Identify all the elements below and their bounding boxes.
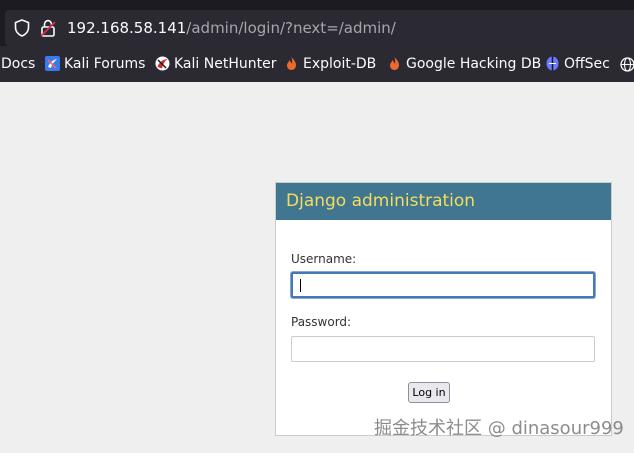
ghdb-icon xyxy=(390,57,399,70)
kali-nethunter-icon xyxy=(155,56,170,71)
watermark: 掘金技术社区 @ dinasour999 xyxy=(374,418,624,439)
url-text[interactable]: 192.168.58.141/admin/login/?next=/admin/ xyxy=(67,18,396,38)
text-caret xyxy=(300,279,301,292)
browser-toolbar: 192.168.58.141/admin/login/?next=/admin/ xyxy=(0,0,634,46)
username-label: Username: xyxy=(291,252,357,266)
offsec-icon xyxy=(546,56,559,71)
username-input[interactable] xyxy=(291,272,595,298)
password-input[interactable] xyxy=(291,336,595,362)
bookmark-label: Google Hacking DB xyxy=(406,56,542,72)
url-path: /admin/login/?next=/admin/ xyxy=(186,19,396,37)
password-label: Password: xyxy=(291,315,352,329)
bookmark-docs[interactable]: Docs xyxy=(1,54,35,74)
insecure-lock-icon[interactable] xyxy=(40,19,56,37)
bookmark-exploit-db[interactable]: Exploit-DB xyxy=(284,54,376,74)
bookmark-label: Kali Forums xyxy=(64,56,146,72)
kali-forums-icon xyxy=(45,56,60,71)
exploit-db-icon xyxy=(287,57,296,70)
bookmark-kali-forums[interactable]: Kali Forums xyxy=(45,54,145,74)
bookmark-google-hacking-db[interactable]: Google Hacking DB xyxy=(387,54,541,74)
bookmark-label: Kali NetHunter xyxy=(174,56,277,72)
site-title: Django administration xyxy=(276,183,611,220)
globe-icon[interactable] xyxy=(620,57,634,72)
bookmarks-toolbar: Docs Kali Forums Kali NetHunter Exploit-… xyxy=(0,46,634,82)
login-button[interactable]: Log in xyxy=(408,382,450,403)
bookmark-kali-nethunter[interactable]: Kali NetHunter xyxy=(155,54,276,74)
bookmark-offsec[interactable]: OffSec xyxy=(545,54,610,74)
bookmark-label: Exploit-DB xyxy=(303,56,377,72)
bookmark-label: Docs xyxy=(1,56,36,72)
bookmark-label: OffSec xyxy=(564,56,610,72)
login-panel: Django administration Username: Password… xyxy=(275,182,612,436)
url-host: 192.168.58.141 xyxy=(67,19,187,37)
shield-icon[interactable] xyxy=(14,19,30,37)
